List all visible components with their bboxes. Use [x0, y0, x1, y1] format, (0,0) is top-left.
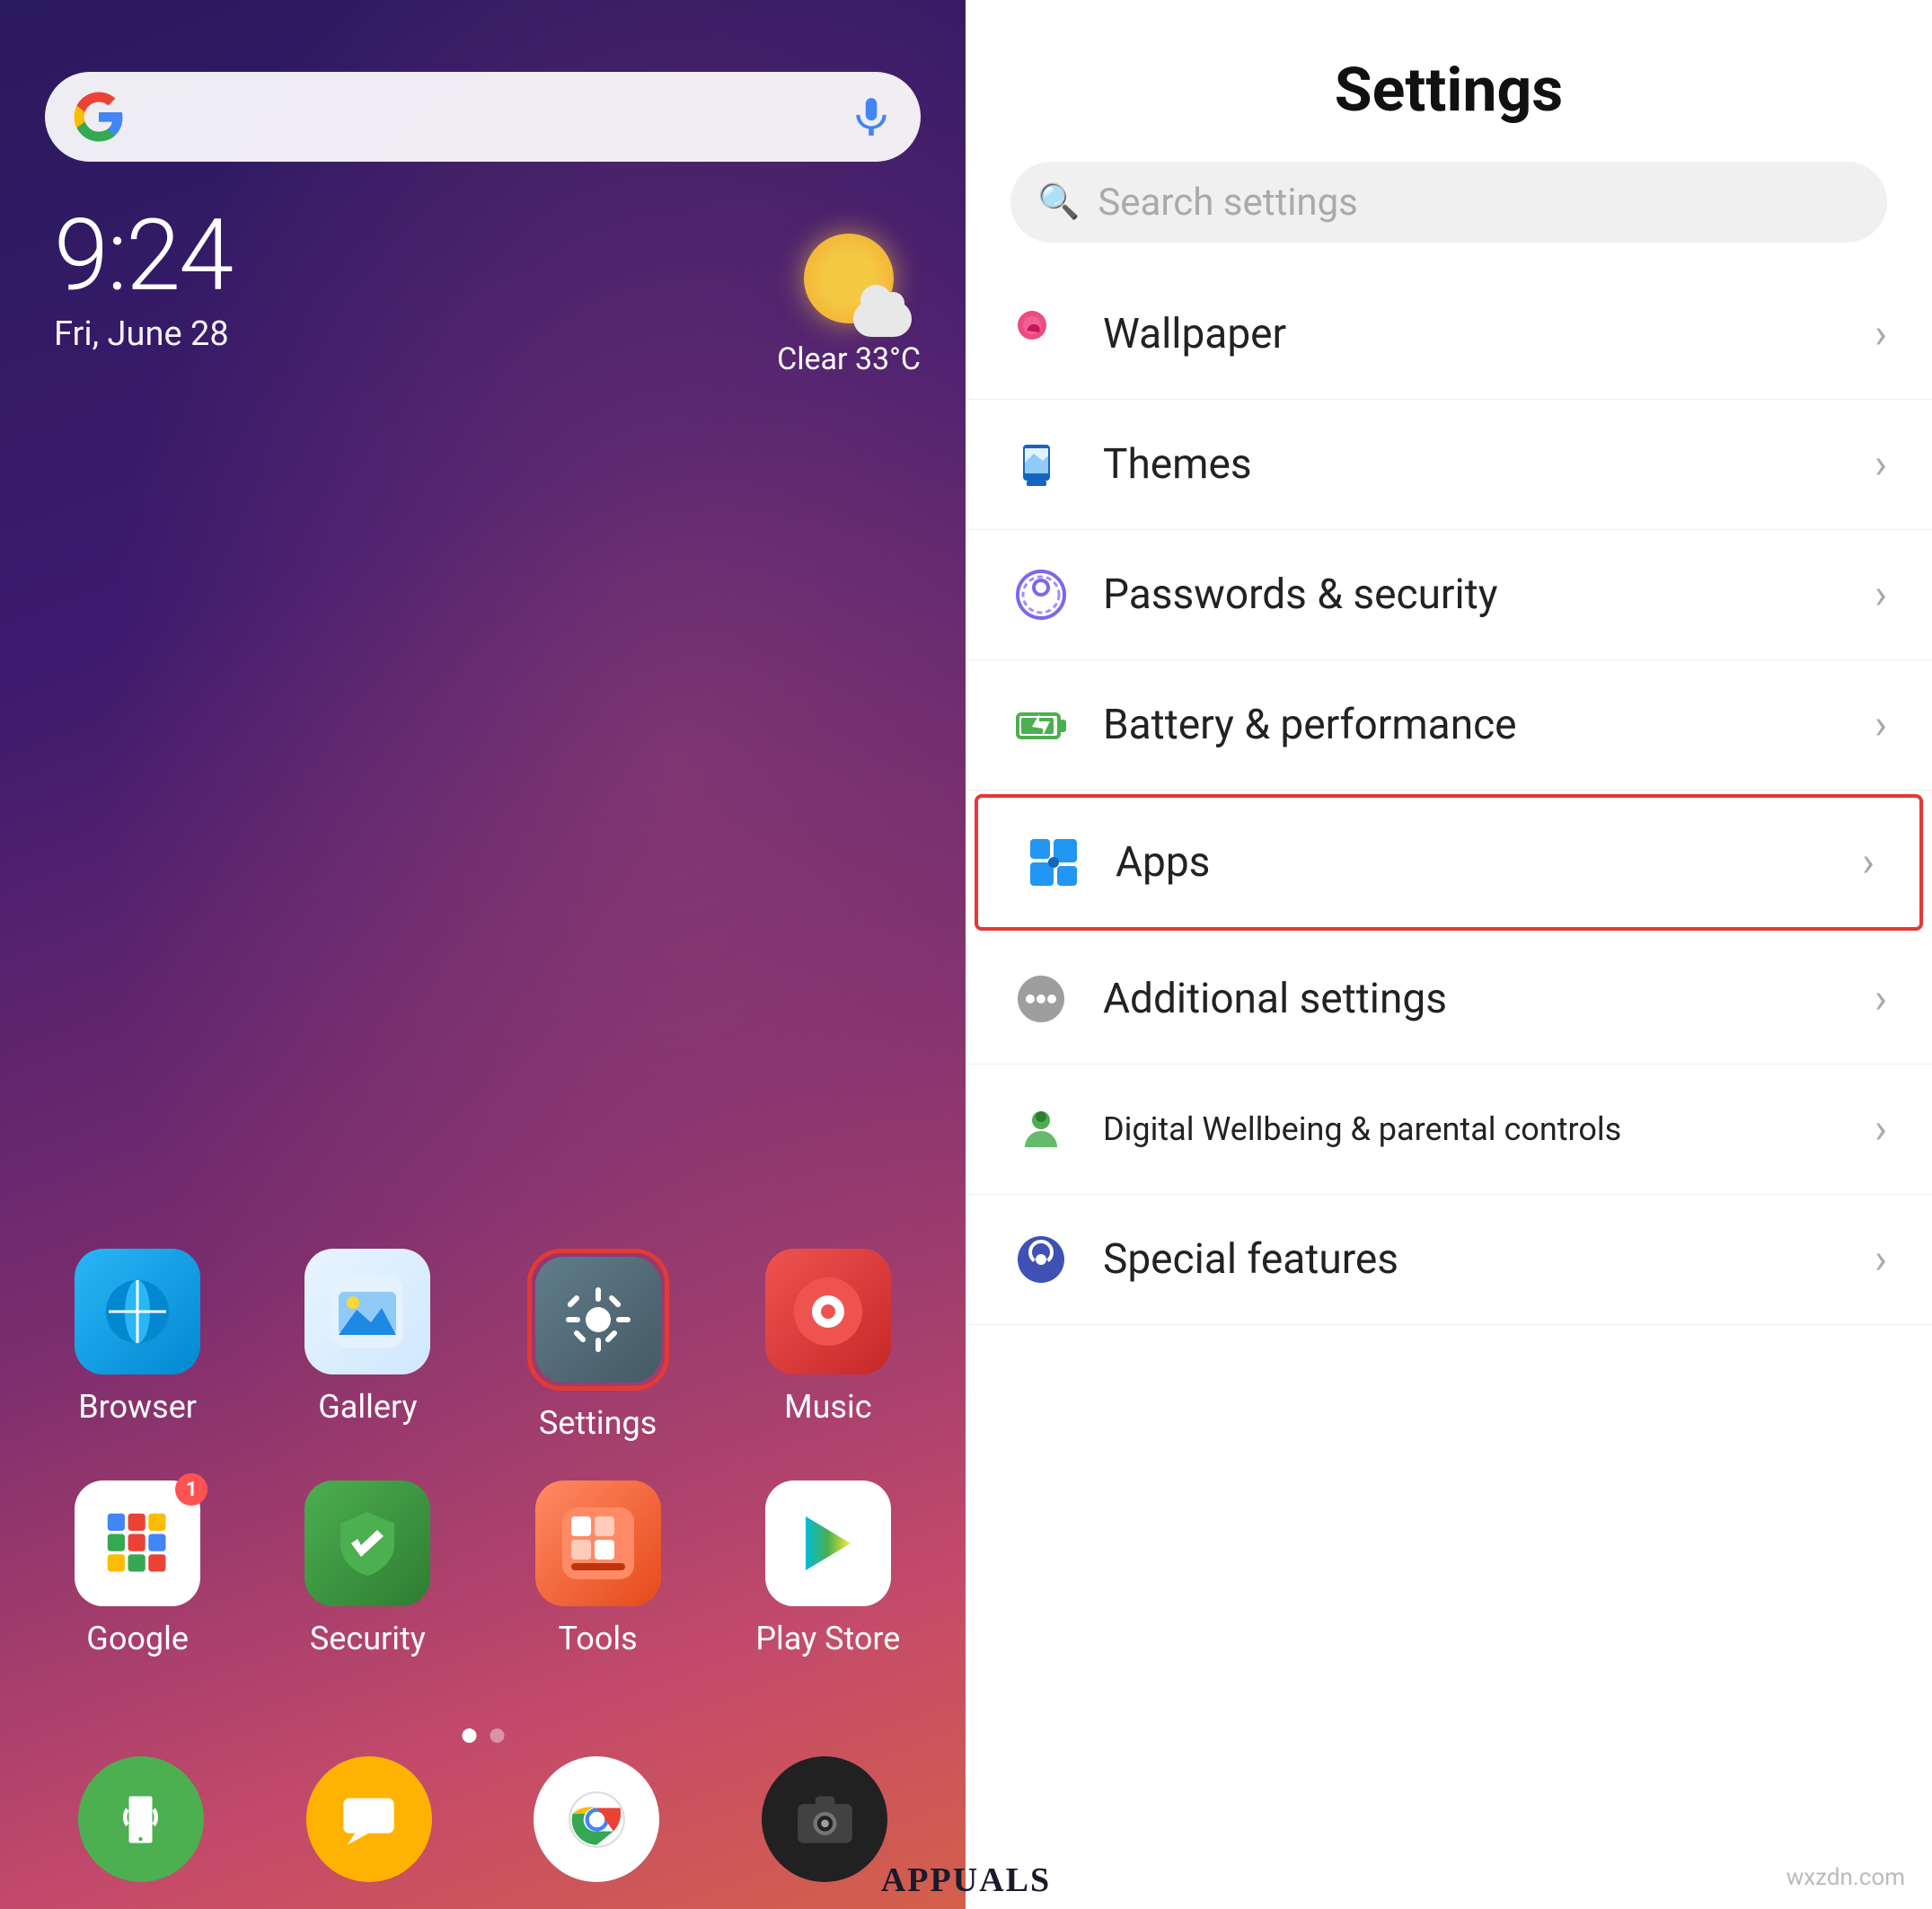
security-label: Security: [310, 1620, 426, 1657]
wallpaper-label: Wallpaper: [1103, 310, 1286, 358]
google-icon: 1: [75, 1480, 200, 1606]
special-label: Special features: [1103, 1235, 1398, 1284]
wallpaper-text: Wallpaper: [1103, 310, 1875, 358]
watermark: wxzdn.com: [1786, 1864, 1905, 1891]
gallery-label: Gallery: [318, 1388, 417, 1426]
music-label: Music: [784, 1388, 871, 1426]
settings-item-wellbeing[interactable]: Digital Wellbeing & parental controls ›: [966, 1065, 1932, 1195]
themes-icon: [1010, 434, 1072, 495]
weather-text: Clear 33°C: [777, 341, 921, 377]
settings-screen: Settings 🔍 Search settings Wallpaper ›: [966, 0, 1932, 1909]
google-label: Google: [86, 1620, 189, 1657]
google-badge: 1: [175, 1473, 207, 1506]
special-icon: [1010, 1229, 1072, 1290]
security-icon: [304, 1480, 430, 1606]
tools-label: Tools: [559, 1620, 638, 1657]
themes-chevron: ›: [1875, 440, 1887, 489]
additional-icon: [1010, 968, 1072, 1030]
weather-widget: Clear 33°C: [777, 234, 921, 377]
wellbeing-chevron: ›: [1875, 1105, 1887, 1153]
passwords-text: Passwords & security: [1103, 570, 1875, 619]
mic-icon: [849, 94, 894, 139]
passwords-icon: [1010, 564, 1072, 625]
passwords-label: Passwords & security: [1103, 570, 1498, 619]
weather-cloud: [853, 301, 912, 337]
google-g-logo: [72, 90, 126, 144]
playstore-icon: [765, 1480, 891, 1606]
settings-item-apps[interactable]: Apps ›: [975, 794, 1923, 931]
settings-item-passwords[interactable]: Passwords & security ›: [966, 530, 1932, 660]
themes-label: Themes: [1103, 440, 1252, 489]
additional-text: Additional settings: [1103, 975, 1875, 1023]
search-settings-bar[interactable]: 🔍 Search settings: [1010, 162, 1887, 243]
browser-icon: [75, 1249, 200, 1374]
app-item-gallery[interactable]: Gallery: [257, 1249, 478, 1442]
music-icon: [765, 1249, 891, 1374]
settings-item-wallpaper[interactable]: Wallpaper ›: [966, 270, 1932, 400]
wallpaper-icon: [1010, 304, 1072, 365]
settings-item-battery[interactable]: Battery & performance ›: [966, 660, 1932, 791]
playstore-label: Play Store: [755, 1620, 900, 1657]
gallery-icon: [304, 1249, 430, 1374]
time-text: 9:24: [54, 207, 232, 305]
appuals-logo: APPUALS: [966, 1860, 1051, 1900]
themes-text: Themes: [1103, 440, 1875, 489]
wellbeing-text: Digital Wellbeing & parental controls: [1103, 1109, 1875, 1151]
apps-text: Apps: [1116, 838, 1862, 887]
app-item-security[interactable]: Security: [257, 1480, 478, 1657]
app-item-google[interactable]: 1 Google: [27, 1480, 248, 1657]
special-text: Special features: [1103, 1235, 1875, 1284]
apps-chevron: ›: [1862, 838, 1875, 887]
app-item-settings[interactable]: Settings: [488, 1249, 709, 1442]
settings-item-themes[interactable]: Themes ›: [966, 400, 1932, 530]
additional-label: Additional settings: [1103, 975, 1447, 1023]
dock-phone-icon[interactable]: [78, 1756, 204, 1882]
wellbeing-label: Digital Wellbeing & parental controls: [1103, 1110, 1621, 1148]
bottom-dock: [27, 1756, 939, 1882]
date-text: Fri, June 28: [54, 314, 232, 354]
weather-icon: [804, 234, 894, 323]
phone-screen: 9:24 Fri, June 28 Clear 33°C Browser: [0, 0, 966, 1909]
battery-text: Battery & performance: [1103, 701, 1875, 749]
special-chevron: ›: [1875, 1235, 1887, 1284]
wallpaper-chevron: ›: [1875, 310, 1887, 358]
browser-label: Browser: [78, 1388, 197, 1426]
settings-item-additional[interactable]: Additional settings ›: [966, 934, 1932, 1065]
dock-chrome-icon[interactable]: [534, 1756, 659, 1882]
settings-list: Wallpaper › Themes ›: [966, 270, 1932, 1909]
tools-icon: [535, 1480, 661, 1606]
app-grid-row2: 1 Google Security: [27, 1480, 939, 1657]
search-placeholder: Search settings: [1098, 181, 1358, 225]
battery-label: Battery & performance: [1103, 701, 1517, 749]
settings-title: Settings: [1010, 54, 1887, 126]
app-item-playstore[interactable]: Play Store: [718, 1480, 939, 1657]
app-item-browser[interactable]: Browser: [27, 1249, 248, 1442]
google-search-bar[interactable]: [45, 72, 921, 162]
time-display: 9:24 Fri, June 28: [54, 207, 232, 354]
passwords-chevron: ›: [1875, 570, 1887, 619]
settings-icon: [535, 1257, 661, 1383]
battery-chevron: ›: [1875, 701, 1887, 749]
app-item-music[interactable]: Music: [718, 1249, 939, 1442]
additional-chevron: ›: [1875, 975, 1887, 1023]
wellbeing-icon: [1010, 1099, 1072, 1160]
dock-messages-icon[interactable]: [306, 1756, 432, 1882]
apps-icon: [1023, 832, 1084, 893]
dot-1: [462, 1728, 476, 1743]
app-grid-row1: Browser Gallery: [27, 1249, 939, 1442]
search-icon: 🔍: [1037, 182, 1080, 222]
settings-header: Settings: [966, 0, 1932, 153]
settings-item-special[interactable]: Special features ›: [966, 1195, 1932, 1325]
apps-label: Apps: [1116, 838, 1210, 887]
settings-label: Settings: [539, 1404, 657, 1442]
page-dots: [462, 1728, 504, 1743]
dot-2: [490, 1728, 504, 1743]
dock-camera-icon[interactable]: [762, 1756, 887, 1882]
battery-icon: [1010, 694, 1072, 756]
app-item-tools[interactable]: Tools: [488, 1480, 709, 1657]
settings-highlight: [527, 1249, 669, 1391]
